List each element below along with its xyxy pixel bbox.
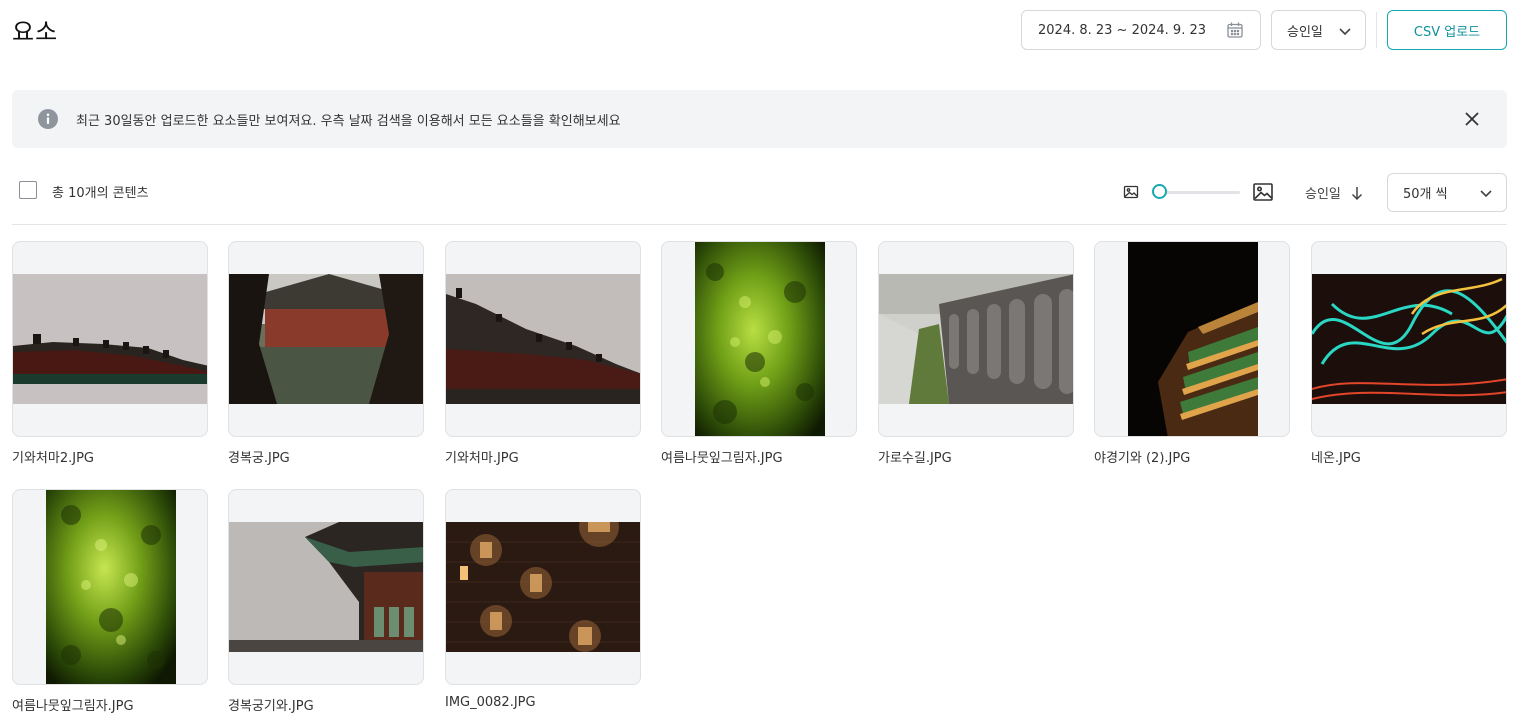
close-icon[interactable] bbox=[1463, 110, 1481, 128]
asset-thumbnail[interactable] bbox=[12, 241, 208, 437]
header-divider bbox=[1376, 12, 1377, 48]
roof-eaves-photo bbox=[13, 274, 207, 404]
per-page-value: 50개 씩 bbox=[1403, 187, 1448, 202]
asset-filename: 여름나뭇잎그림자.JPG bbox=[661, 451, 783, 466]
asset-thumbnail[interactable] bbox=[445, 241, 641, 437]
lit-brick-wall-photo bbox=[446, 522, 640, 652]
chevron-down-icon bbox=[1339, 28, 1351, 36]
sort-by-approved-date[interactable]: 승인일 bbox=[1305, 183, 1365, 202]
asset-filename: 기와처마.JPG bbox=[445, 451, 519, 466]
asset-filename: 네온.JPG bbox=[1311, 451, 1361, 466]
roof-eaves-photo bbox=[446, 274, 640, 404]
asset-card[interactable]: 여름나뭇잎그림자.JPG bbox=[661, 241, 857, 466]
page-title: 요소 bbox=[12, 18, 59, 46]
asset-card[interactable]: 기와처마.JPG bbox=[445, 241, 641, 466]
asset-thumbnail[interactable] bbox=[228, 241, 424, 437]
info-icon bbox=[38, 109, 58, 129]
notice-message: 최근 30일동안 업로드한 요소들만 보여져요. 우측 날짜 검색을 이용해서 … bbox=[76, 114, 621, 129]
asset-filename: 가로수길.JPG bbox=[878, 451, 952, 466]
toolbar-divider bbox=[12, 224, 1507, 225]
asset-card[interactable]: 기와처마2.JPG bbox=[12, 241, 208, 466]
slider-track bbox=[1158, 191, 1240, 194]
roof-tiles-path-photo bbox=[879, 274, 1073, 404]
select-all-checkbox[interactable] bbox=[19, 181, 37, 199]
asset-filename: 기와처마2.JPG bbox=[12, 451, 94, 466]
asset-filename: 경복궁기와.JPG bbox=[228, 699, 314, 714]
asset-filename: 야경기와 (2).JPG bbox=[1094, 451, 1191, 466]
date-range-picker[interactable]: 2024. 8. 23 ~ 2024. 9. 23 bbox=[1021, 10, 1261, 50]
asset-thumbnail[interactable] bbox=[661, 241, 857, 437]
per-page-select[interactable]: 50개 씩 bbox=[1387, 173, 1507, 212]
thumbnail-size-slider[interactable] bbox=[1152, 183, 1240, 201]
asset-card[interactable]: 여름나뭇잎그림자.JPG bbox=[12, 489, 208, 714]
asset-thumbnail[interactable] bbox=[445, 489, 641, 685]
asset-thumbnail[interactable] bbox=[12, 489, 208, 685]
asset-filename: 경복궁.JPG bbox=[228, 451, 290, 466]
slider-handle[interactable] bbox=[1152, 184, 1167, 199]
date-range-text: 2024. 8. 23 ~ 2024. 9. 23 bbox=[1038, 22, 1207, 38]
asset-thumbnail[interactable] bbox=[878, 241, 1074, 437]
asset-filename: IMG_0082.JPG bbox=[445, 695, 536, 710]
large-image-icon[interactable] bbox=[1252, 181, 1274, 203]
notice-banner: 최근 30일동안 업로드한 요소들만 보여져요. 우측 날짜 검색을 이용해서 … bbox=[12, 90, 1507, 148]
asset-card[interactable]: 네온.JPG bbox=[1311, 241, 1507, 466]
asset-card[interactable]: 경복궁.JPG bbox=[228, 241, 424, 466]
sort-label: 승인일 bbox=[1305, 187, 1341, 202]
content-count-label: 총 10개의 콘텐츠 bbox=[52, 186, 149, 201]
calendar-icon bbox=[1227, 22, 1243, 38]
arrow-down-icon bbox=[1351, 186, 1362, 200]
asset-card[interactable]: IMG_0082.JPG bbox=[445, 489, 641, 710]
asset-filename: 여름나뭇잎그림자.JPG bbox=[12, 699, 134, 714]
date-type-select-value: 승인일 bbox=[1287, 24, 1323, 40]
chevron-down-icon bbox=[1480, 190, 1492, 198]
asset-card[interactable]: 야경기와 (2).JPG bbox=[1094, 241, 1290, 466]
night-roof-photo bbox=[1128, 242, 1258, 436]
palace-roof-photo bbox=[229, 522, 423, 652]
asset-thumbnail[interactable] bbox=[1094, 241, 1290, 437]
csv-upload-button[interactable]: CSV 업로드 bbox=[1387, 10, 1507, 50]
asset-card[interactable]: 경복궁기와.JPG bbox=[228, 489, 424, 714]
green-leaves-photo bbox=[695, 242, 825, 436]
green-leaves-photo bbox=[46, 490, 176, 684]
small-image-icon[interactable] bbox=[1123, 184, 1139, 200]
date-type-select[interactable]: 승인일 bbox=[1271, 10, 1366, 50]
neon-light-trails-photo bbox=[1312, 274, 1506, 404]
asset-card[interactable]: 가로수길.JPG bbox=[878, 241, 1074, 466]
palace-pond-photo bbox=[229, 274, 423, 404]
asset-thumbnail[interactable] bbox=[1311, 241, 1507, 437]
asset-thumbnail[interactable] bbox=[228, 489, 424, 685]
